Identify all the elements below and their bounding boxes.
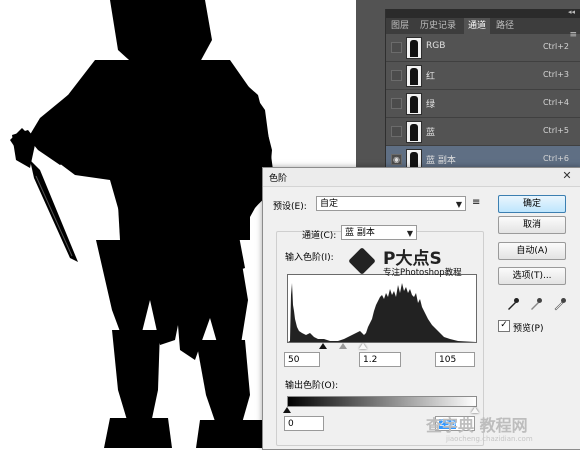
channel-row-green[interactable]: 绿 Ctrl+4 xyxy=(386,90,580,118)
preset-menu-icon[interactable]: ≡ xyxy=(472,197,480,208)
channel-row-red[interactable]: 红 Ctrl+3 xyxy=(386,62,580,90)
channel-name: RGB xyxy=(426,41,446,51)
canvas: ◂◂ 图层 历史记录 通道 路径 ≡ RGB Ctrl+2 红 Ctrl+3 绿… xyxy=(0,0,580,450)
brand-logo: P大点S 专注Photoshop教程 xyxy=(348,246,481,290)
brand-logo-icon xyxy=(348,247,376,275)
collapse-icon[interactable]: ◂◂ xyxy=(568,8,575,17)
output-gradient-bar xyxy=(287,396,477,407)
panel-tab-bar: 图层 历史记录 通道 路径 ≡ xyxy=(386,18,580,40)
input-black-slider[interactable] xyxy=(319,343,327,349)
channel-name: 蓝 xyxy=(426,128,436,138)
dropdown-arrow-icon: ▼ xyxy=(455,200,462,209)
panel-top-bar: ◂◂ xyxy=(386,8,580,18)
channel-shortcut: Ctrl+2 xyxy=(542,42,569,51)
auto-button[interactable]: 自动(A) xyxy=(498,242,566,260)
dialog-title: 色阶 xyxy=(269,174,288,184)
preset-select[interactable]: 自定 ▼ xyxy=(316,196,466,211)
close-icon[interactable]: ✕ xyxy=(559,169,575,184)
preview-label: 预览(P) xyxy=(513,324,544,334)
channel-name: 绿 xyxy=(426,100,436,110)
channel-row-rgb[interactable]: RGB Ctrl+2 xyxy=(386,34,580,62)
tab-layers[interactable]: 图层 xyxy=(388,18,412,34)
channel-thumbnail xyxy=(406,65,422,87)
preset-label: 预设(E): xyxy=(273,202,307,212)
output-black-slider[interactable] xyxy=(283,407,291,413)
tab-paths[interactable]: 路径 xyxy=(492,18,518,34)
preset-value: 自定 xyxy=(320,199,339,209)
channel-row-blue[interactable]: 蓝 Ctrl+5 xyxy=(386,118,580,146)
input-levels-label: 输入色阶(I): xyxy=(285,253,334,263)
channel-value: 蓝 副本 xyxy=(345,228,375,238)
cancel-button[interactable]: 取消 xyxy=(498,216,566,234)
gray-eyedropper-icon[interactable] xyxy=(529,297,543,311)
eye-icon[interactable]: ◉ xyxy=(391,154,402,165)
preview-checkbox[interactable]: ✓ xyxy=(498,320,510,332)
input-white-field[interactable]: 105 xyxy=(435,352,475,367)
dialog-title-bar[interactable]: 色阶 ✕ xyxy=(263,168,580,187)
ok-button[interactable]: 确定 xyxy=(498,195,566,213)
visibility-toggle[interactable] xyxy=(391,98,402,109)
site-watermark-text: 查字典 教程网 xyxy=(426,416,528,435)
channel-thumbnail xyxy=(406,37,422,59)
channel-thumbnail xyxy=(406,121,422,143)
input-black-field[interactable]: 50 xyxy=(284,352,320,367)
input-mid-field[interactable]: 1.2 xyxy=(359,352,401,367)
brand-tagline: 专注Photoshop教程 xyxy=(383,268,462,278)
channel-name: 蓝 副本 xyxy=(426,156,456,166)
channel-select[interactable]: 蓝 副本 ▼ xyxy=(341,225,417,240)
channel-name: 红 xyxy=(426,72,436,82)
options-button[interactable]: 选项(T)... xyxy=(498,267,566,285)
visibility-toggle[interactable] xyxy=(391,70,402,81)
tab-channels[interactable]: 通道 xyxy=(464,18,490,34)
input-white-slider[interactable] xyxy=(359,343,367,349)
channel-thumbnail xyxy=(406,93,422,115)
output-black-field[interactable]: 0 xyxy=(284,416,324,431)
site-watermark-url: jiaocheng.chazidian.com xyxy=(446,435,533,443)
visibility-toggle[interactable] xyxy=(391,42,402,53)
channel-shortcut: Ctrl+6 xyxy=(542,154,569,163)
site-watermark: 查字典 教程网 jiaocheng.chazidian.com xyxy=(426,410,580,448)
channel-shortcut: Ctrl+3 xyxy=(542,70,569,79)
channels-panel: ◂◂ 图层 历史记录 通道 路径 ≡ RGB Ctrl+2 红 Ctrl+3 绿… xyxy=(385,8,580,174)
tab-history[interactable]: 历史记录 xyxy=(414,18,462,34)
channel-label: 通道(C): xyxy=(302,231,337,241)
black-eyedropper-icon[interactable] xyxy=(506,297,520,311)
levels-dialog: 色阶 ✕ 预设(E): 自定 ▼ ≡ 通道(C): 蓝 副本 ▼ 输入色阶(I)… xyxy=(262,167,580,450)
white-eyedropper-icon[interactable] xyxy=(553,297,567,311)
input-gray-slider[interactable] xyxy=(339,343,347,349)
output-levels-label: 输出色阶(O): xyxy=(285,381,339,391)
visibility-toggle[interactable] xyxy=(391,126,402,137)
channel-shortcut: Ctrl+4 xyxy=(542,98,569,107)
channel-shortcut: Ctrl+5 xyxy=(542,126,569,135)
dropdown-arrow-icon: ▼ xyxy=(406,229,413,238)
